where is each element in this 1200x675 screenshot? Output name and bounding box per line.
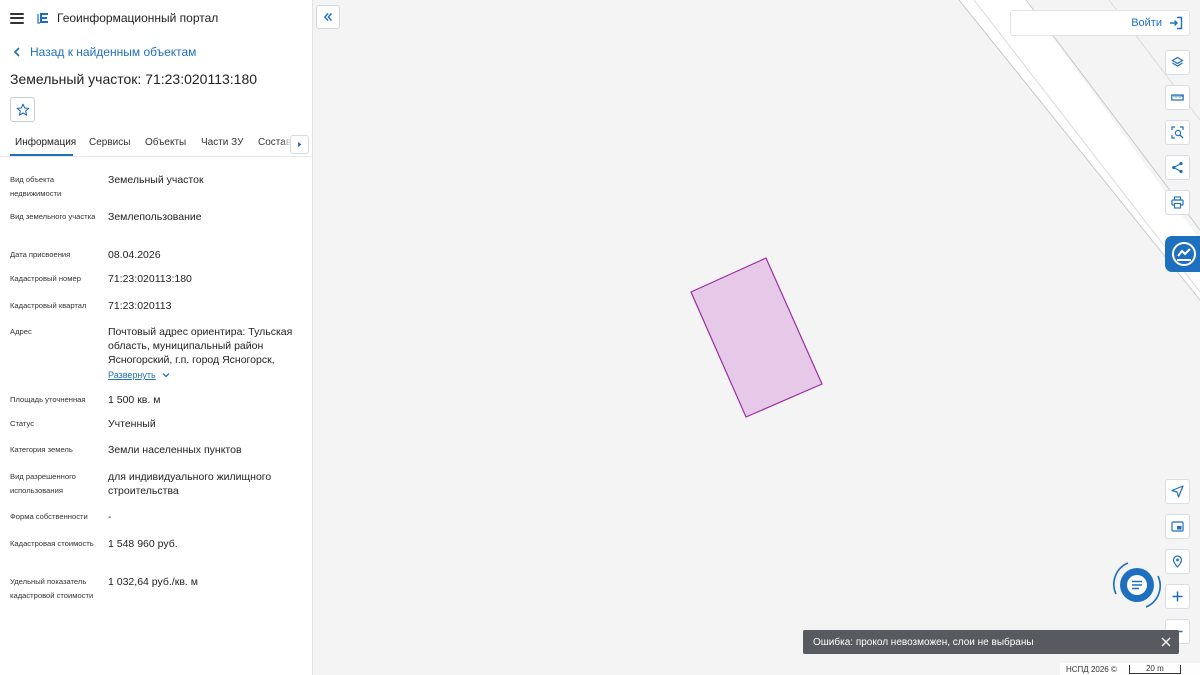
scale-bar: 20 m bbox=[1128, 664, 1181, 674]
tab-info[interactable]: Информация bbox=[15, 137, 76, 148]
back-link-label: Назад к найденным объектам bbox=[30, 45, 197, 59]
field-label: Категория земель bbox=[10, 445, 73, 454]
expand-address-button[interactable]: Развернуть bbox=[108, 368, 308, 382]
field-label: Статус bbox=[10, 419, 35, 428]
field-label: Форма собственности bbox=[10, 512, 88, 521]
field-label: Дата присвоения bbox=[10, 250, 71, 259]
field-label: Адрес bbox=[10, 327, 32, 336]
field-value: для индивидуального жилищного строительс… bbox=[108, 471, 272, 497]
tab-bar: Информация Сервисы Объекты Части ЗУ Сост… bbox=[0, 131, 312, 157]
field-value: 1 032,64 руб./кв. м bbox=[108, 576, 198, 588]
field-label: Вид объекта недвижимости bbox=[10, 175, 62, 198]
land-parcel-polygon[interactable] bbox=[690, 257, 823, 418]
geolocation-button[interactable] bbox=[1165, 479, 1190, 504]
map-layer bbox=[690, 0, 1200, 418]
page-title: Земельный участок: 71:23:020113:180 bbox=[10, 71, 258, 87]
road-edge bbox=[958, 0, 1200, 301]
field-value: 71:23:020113:180 bbox=[108, 273, 192, 285]
assistant-icon bbox=[1172, 242, 1196, 266]
field-value: Земельный участок bbox=[108, 174, 204, 186]
toast-message: Ошибка: прокол невозможен, слои не выбра… bbox=[813, 636, 1034, 648]
assistant-tab-button[interactable] bbox=[1165, 236, 1200, 272]
share-icon bbox=[1172, 161, 1183, 174]
copyright: НСПД 2026 © bbox=[1066, 664, 1117, 674]
login-label: Войти bbox=[1131, 17, 1162, 29]
chat-button[interactable] bbox=[1110, 558, 1164, 612]
field-value: Почтовый адрес ориентира: Тульская облас… bbox=[108, 325, 308, 382]
error-toast: Ошибка: прокол невозможен, слои не выбра… bbox=[803, 630, 1179, 654]
field-label: Вид разрешенного использования bbox=[10, 472, 76, 495]
zoom-in-icon bbox=[1172, 591, 1183, 602]
caret-right-icon bbox=[298, 142, 302, 147]
field-value: Учтенный bbox=[108, 418, 156, 430]
back-link[interactable]: Назад к найденным объектам bbox=[0, 36, 312, 68]
field-value: 1 548 960 руб. bbox=[108, 538, 178, 550]
field-label: Кадастровый номер bbox=[10, 274, 81, 283]
tabs-scroll-right-button[interactable] bbox=[290, 135, 309, 154]
menu-icon[interactable] bbox=[10, 12, 24, 24]
field-value: Земли населенных пунктов bbox=[108, 444, 242, 456]
tab-objects[interactable]: Объекты bbox=[145, 137, 186, 148]
field-value: Землепользование bbox=[108, 211, 202, 223]
print-icon bbox=[1171, 196, 1184, 209]
field-value: 08.04.2026 bbox=[108, 249, 161, 261]
tab-services[interactable]: Сервисы bbox=[89, 137, 130, 148]
select-area-button[interactable] bbox=[1165, 120, 1190, 145]
login-button[interactable]: Войти bbox=[1010, 10, 1190, 36]
field-value: 1 500 кв. м bbox=[108, 394, 161, 406]
expand-label: Развернуть bbox=[108, 370, 156, 380]
field-value: - bbox=[108, 511, 112, 523]
tab-parts[interactable]: Части ЗУ bbox=[201, 137, 243, 148]
portal-logo-icon bbox=[37, 13, 48, 24]
geolocation-icon bbox=[1171, 485, 1184, 498]
layers-icon bbox=[1171, 56, 1184, 67]
close-icon[interactable] bbox=[1160, 636, 1172, 648]
share-button[interactable] bbox=[1165, 155, 1190, 180]
map-footer: НСПД 2026 © 20 m bbox=[1060, 663, 1200, 675]
field-value: 71:23:020113 bbox=[108, 300, 172, 312]
address-text: Почтовый адрес ориентира: Тульская облас… bbox=[108, 326, 293, 366]
favorite-button[interactable] bbox=[10, 97, 35, 122]
minimap-icon bbox=[1171, 521, 1184, 532]
chevron-left-icon bbox=[13, 47, 20, 57]
login-icon bbox=[1170, 16, 1183, 30]
top-bar: Геоинформационный портал bbox=[0, 0, 312, 36]
location-pin-button[interactable] bbox=[1165, 549, 1190, 574]
app-title: Геоинформационный портал bbox=[57, 11, 219, 25]
collapse-panel-button[interactable] bbox=[316, 5, 340, 29]
zoom-in-button[interactable] bbox=[1165, 584, 1190, 609]
measure-button[interactable] bbox=[1165, 85, 1190, 110]
double-chevron-left-icon bbox=[323, 13, 333, 21]
field-label: Вид земельного участка bbox=[10, 212, 96, 221]
select-area-icon bbox=[1171, 126, 1184, 139]
star-icon bbox=[16, 103, 29, 116]
chevron-down-icon bbox=[162, 373, 170, 378]
minimap-button[interactable] bbox=[1165, 514, 1190, 539]
info-panel: Геоинформационный портал Назад к найденн… bbox=[0, 0, 313, 675]
field-label: Кадастровый квартал bbox=[10, 301, 87, 310]
location-pin-icon bbox=[1172, 555, 1183, 568]
active-tab-indicator bbox=[10, 154, 73, 156]
field-label: Площадь уточненная bbox=[10, 395, 86, 404]
print-button[interactable] bbox=[1165, 190, 1190, 215]
field-label: Удельный показатель кадастровой стоимост… bbox=[10, 577, 94, 600]
map-canvas[interactable] bbox=[314, 0, 1200, 675]
layers-button[interactable] bbox=[1165, 50, 1190, 75]
field-label: Кадастровая стоимость bbox=[10, 539, 94, 548]
ruler-icon bbox=[1171, 94, 1184, 101]
tab-composition[interactable]: Состав bbox=[258, 137, 291, 148]
